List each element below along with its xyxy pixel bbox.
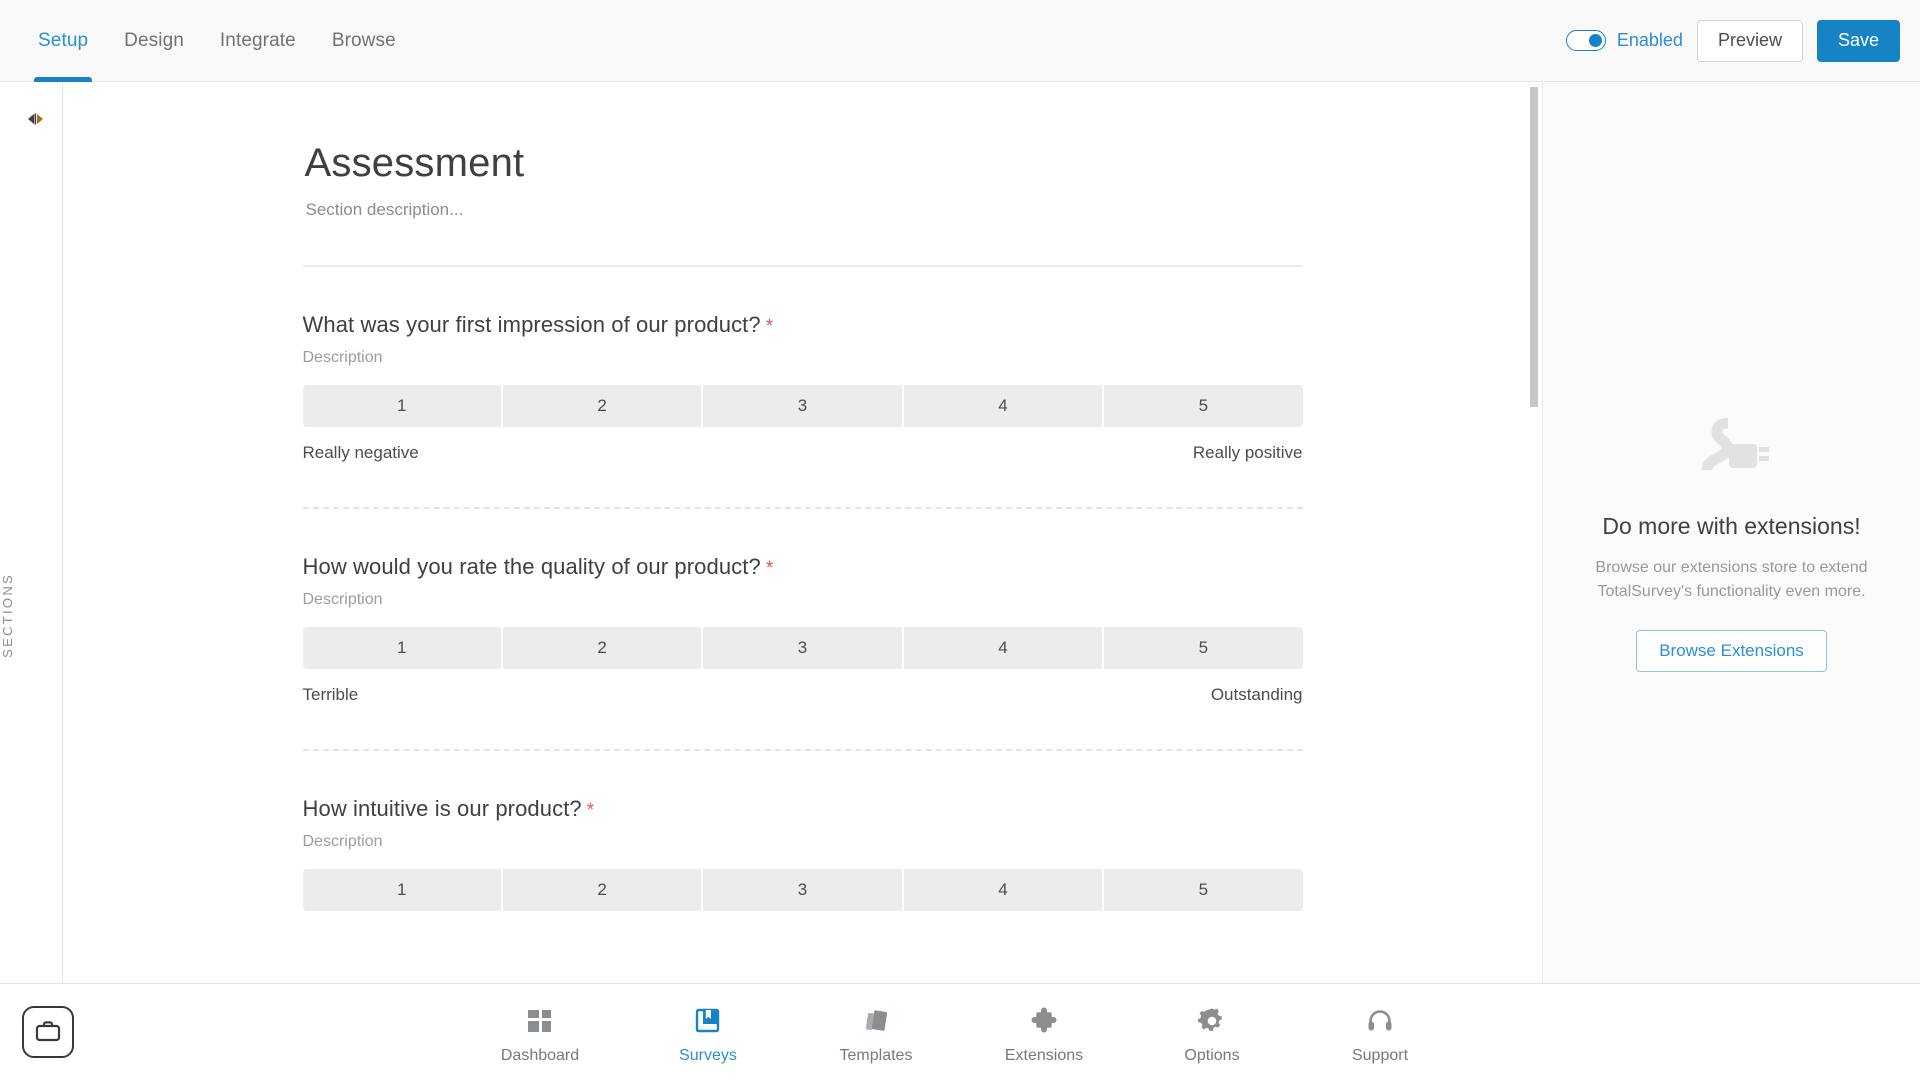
- tab-browse[interactable]: Browse: [314, 0, 414, 82]
- preview-button[interactable]: Preview: [1696, 19, 1803, 62]
- question-title: How would you rate the quality of our pr…: [302, 554, 761, 579]
- nav-item-surveys[interactable]: Surveys: [648, 1006, 768, 1065]
- sections-rail-label: SECTIONS: [0, 573, 15, 658]
- rating-option[interactable]: 4: [903, 869, 1105, 911]
- tab-design[interactable]: Design: [106, 0, 202, 82]
- grid-icon: [526, 1006, 554, 1036]
- question-title-row: How intuitive is our product? *: [303, 796, 1303, 822]
- nav-item-extensions[interactable]: Extensions: [984, 1006, 1104, 1065]
- rating-option[interactable]: 3: [703, 869, 904, 911]
- enabled-toggle-label: Enabled: [1616, 30, 1683, 50]
- top-bar-actions: Enabled Preview Save: [1565, 19, 1920, 62]
- browse-extensions-button[interactable]: Browse Extensions: [1636, 630, 1827, 672]
- rating-scale: 1 2 3 4 5: [302, 869, 1303, 911]
- enabled-toggle-group: Enabled: [1565, 30, 1683, 51]
- book-bookmark-icon: [694, 1006, 722, 1036]
- nav-item-dashboard[interactable]: Dashboard: [480, 1006, 600, 1065]
- scale-high-label: Outstanding: [1210, 685, 1303, 704]
- left-rail: SECTIONS: [0, 83, 63, 1080]
- rating-scale: 1 2 3 4 5: [302, 627, 1303, 669]
- nav-item-templates[interactable]: Templates: [816, 1006, 936, 1065]
- rating-option[interactable]: 1: [302, 869, 503, 911]
- question-item[interactable]: How would you rate the quality of our pr…: [302, 509, 1303, 705]
- question-item[interactable]: How intuitive is our product? * Descript…: [302, 751, 1303, 911]
- scale-endpoint-labels: Terrible Outstanding: [303, 685, 1303, 705]
- rating-option[interactable]: 1: [302, 627, 503, 669]
- primary-tabs: Setup Design Integrate Browse: [0, 0, 414, 82]
- extensions-panel: Do more with extensions! Browse our exte…: [1542, 83, 1920, 983]
- section-title: Assessment: [304, 141, 525, 185]
- rating-option[interactable]: 3: [703, 385, 904, 427]
- tab-integrate-label: Integrate: [219, 29, 296, 51]
- rating-option[interactable]: 3: [703, 627, 904, 669]
- templates-cards-icon: [862, 1006, 890, 1036]
- tab-setup[interactable]: Setup: [20, 0, 106, 82]
- question-description: Description: [302, 833, 383, 850]
- canvas-scrollbar[interactable]: [1527, 83, 1541, 983]
- question-title-row: How would you rate the quality of our pr…: [303, 554, 1303, 580]
- scale-endpoint-labels: Really negative Really positive: [303, 443, 1303, 463]
- plug-icon: [1695, 417, 1769, 485]
- nav-label: Surveys: [679, 1046, 737, 1064]
- enabled-toggle[interactable]: [1565, 30, 1606, 51]
- rating-option[interactable]: 1: [302, 385, 503, 427]
- app-root: Setup Design Integrate Browse Enabled Pr…: [0, 0, 1920, 1080]
- top-bar: Setup Design Integrate Browse Enabled Pr…: [0, 0, 1920, 82]
- question-item[interactable]: What was your first impression of our pr…: [302, 267, 1303, 463]
- required-asterisk: *: [765, 316, 774, 337]
- collapse-arrows-icon[interactable]: [0, 111, 63, 127]
- nav-label: Dashboard: [500, 1046, 580, 1064]
- rating-option[interactable]: 4: [903, 627, 1105, 669]
- rating-option[interactable]: 5: [1104, 385, 1303, 427]
- tab-integrate[interactable]: Integrate: [202, 0, 314, 82]
- toggle-knob: [1588, 34, 1602, 47]
- survey-canvas: Assessment Section description... What w…: [64, 83, 1541, 983]
- question-description: Description: [302, 349, 383, 366]
- tab-design-label: Design: [124, 29, 184, 51]
- question-title: How intuitive is our product?: [302, 796, 582, 821]
- nav-label: Templates: [839, 1046, 913, 1064]
- gear-icon: [1198, 1006, 1226, 1036]
- scrollbar-thumb[interactable]: [1530, 87, 1538, 407]
- scale-high-label: Really positive: [1192, 443, 1303, 462]
- question-description: Description: [302, 591, 383, 608]
- extensions-panel-title: Do more with extensions!: [1602, 513, 1861, 539]
- headset-icon: [1366, 1006, 1394, 1036]
- bottom-bar: Dashboard Surveys Templates Extensions O…: [0, 983, 1920, 1080]
- required-asterisk: *: [765, 558, 774, 579]
- question-title-row: What was your first impression of our pr…: [303, 312, 1303, 338]
- rating-option[interactable]: 4: [903, 385, 1105, 427]
- section-description: Section description...: [305, 200, 464, 219]
- required-asterisk: *: [586, 800, 595, 821]
- rating-option[interactable]: 5: [1104, 869, 1303, 911]
- save-button[interactable]: Save: [1816, 19, 1900, 62]
- tab-setup-label: Setup: [38, 29, 89, 51]
- rating-option[interactable]: 2: [502, 385, 704, 427]
- nav-label: Options: [1184, 1046, 1240, 1064]
- question-title: What was your first impression of our pr…: [302, 312, 761, 337]
- rating-option[interactable]: 2: [502, 869, 704, 911]
- nav-item-support[interactable]: Support: [1320, 1006, 1440, 1065]
- tab-browse-label: Browse: [331, 29, 396, 51]
- extensions-panel-description: Browse our extensions store to extend To…: [1595, 559, 1868, 600]
- rating-scale: 1 2 3 4 5: [302, 385, 1303, 427]
- bottom-nav: Dashboard Surveys Templates Extensions O…: [480, 1000, 1440, 1065]
- rating-option[interactable]: 5: [1104, 627, 1303, 669]
- survey-sheet: Assessment Section description... What w…: [302, 83, 1303, 911]
- scale-low-label: Really negative: [302, 443, 419, 462]
- briefcase-icon[interactable]: [22, 1006, 74, 1058]
- puzzle-piece-icon: [1030, 1006, 1058, 1036]
- nav-label: Support: [1351, 1046, 1409, 1064]
- scale-low-label: Terrible: [302, 685, 359, 704]
- nav-label: Extensions: [1004, 1046, 1084, 1064]
- nav-item-options[interactable]: Options: [1152, 1006, 1272, 1065]
- rating-option[interactable]: 2: [502, 627, 704, 669]
